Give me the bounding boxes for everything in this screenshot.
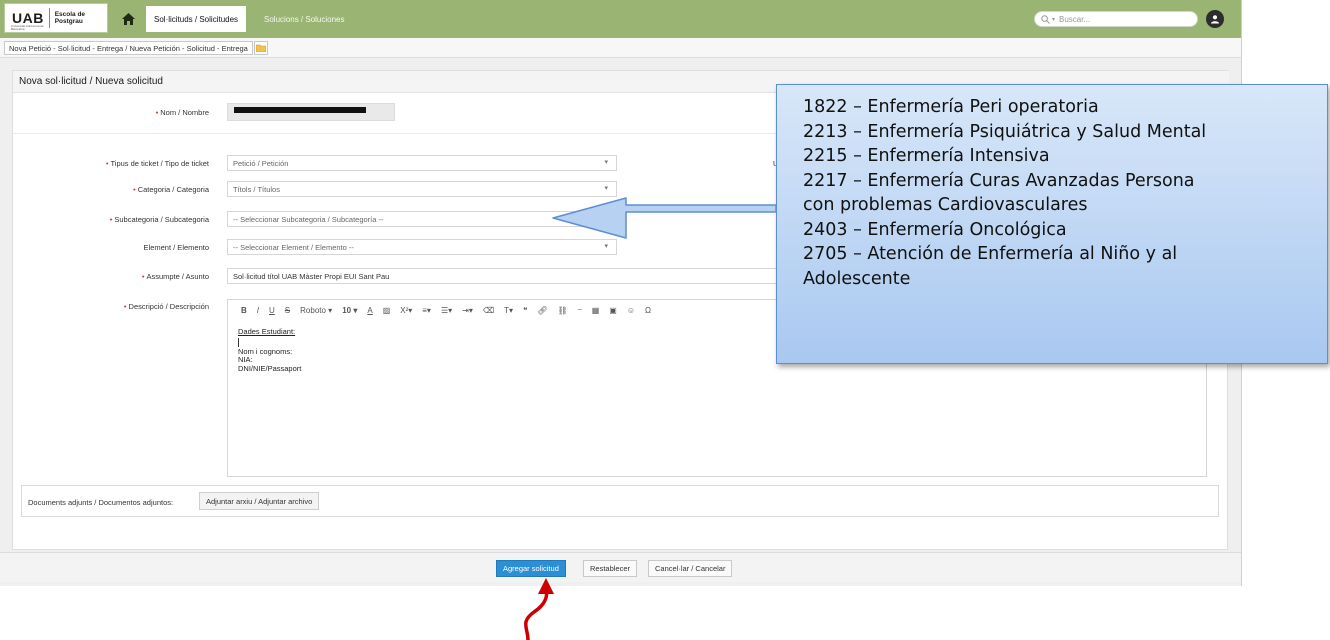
element-label: Element / Elemento [13,243,209,252]
editor-content[interactable]: Dades Estudiant: Nom i cognoms: NIA: DNI… [238,327,302,373]
clear-format-icon[interactable]: ⌫ [478,306,499,315]
chevron-down-icon: ▾ [604,215,608,222]
category-label: • Categoria / Categoria [133,185,209,194]
italic-icon[interactable]: I [252,306,264,315]
search-icon [1041,14,1050,24]
chevron-down-icon: ▾ [604,185,608,192]
callout-line: 1822 – Enfermería Peri operatoria [803,97,1099,117]
indent-icon[interactable]: ⇥▾ [457,306,478,315]
top-navigation-bar: UAB Universitat Autònoma de Barcelona Es… [0,0,1241,38]
submit-request-button[interactable]: Agregar solicitud [496,560,566,577]
callout-line: 2705 – Atención de Enfermería al Niño y … [803,244,1178,264]
chevron-down-icon: ▾ [604,159,608,166]
subcategory-select[interactable]: -- Seleccionar Subcategoria / Subcategor… [227,211,617,227]
element-label-text: Element / Elemento [143,243,209,252]
ticket-type-label-text: Tipus de ticket / Tipo de ticket [110,159,209,168]
font-family-select[interactable]: Roboto ▾ [295,306,337,315]
table-icon[interactable]: ▦ [587,306,605,315]
uab-logo[interactable]: UAB Universitat Autònoma de Barcelona Es… [4,3,108,33]
callout-text: 1822 – Enfermería Peri operatoria 2213 –… [803,95,1323,291]
description-label: • Descripció / Descripción [123,302,209,311]
superscript-icon[interactable]: X²▾ [395,306,417,315]
attachments-label: Documents adjunts / Documentos adjuntos: [28,498,174,507]
callout-line: 2215 – Enfermería Intensiva [803,146,1050,166]
redacted-value [234,107,366,113]
hr-icon[interactable]: ⎯ [573,305,587,315]
red-annotation-arrow [524,586,549,640]
description-label-text: Descripció / Descripción [128,302,209,311]
text-color-icon[interactable]: A [362,306,377,315]
chevron-down-icon: ▾ [604,243,608,250]
subject-label-text: Assumpte / Asunto [146,272,209,281]
font-family-value: Roboto [300,305,326,315]
subject-label: • Assumpte / Asunto [141,272,209,281]
unlink-icon[interactable]: ⛓︎ [553,306,573,315]
list-icon[interactable]: ☰▾ [436,306,457,315]
subcategory-label: • Subcategoria / Subcategoria [109,215,209,224]
reset-button[interactable]: Restablecer [583,560,638,577]
underline-icon[interactable]: U [264,306,280,315]
search-input[interactable]: ▾ Buscar... [1034,11,1198,27]
strikethrough-icon[interactable]: S [280,306,295,315]
align-icon[interactable]: ≡▾ [417,306,436,315]
text-format-icon[interactable]: T▾ [499,306,518,315]
subject-value: Sol·licitud títol UAB Màster Propi EUI S… [233,271,390,281]
tab-soluciones[interactable]: Solucions / Soluciones [256,6,353,32]
font-size-value: 10 [342,305,352,315]
text-cursor [238,337,239,347]
callout-line: Adolescente [803,268,911,289]
image-icon[interactable]: ▣ [604,306,622,315]
ticket-type-value: Petició / Petición [233,158,289,168]
name-field[interactable] [227,103,395,121]
editor-line: DNI/NIE/Passaport [238,363,302,373]
link-icon[interactable]: 🔗︎ [532,306,552,315]
emoji-icon[interactable]: ☺ [622,306,640,315]
breadcrumb[interactable]: Nova Petició - Sol·licitud - Entrega / N… [4,41,253,55]
chevron-down-icon: ▾ [1052,16,1056,23]
name-label-text: Nom / Nombre [160,108,209,117]
school-name: Escola de Postgrau [54,11,86,25]
search-placeholder: Buscar... [1059,14,1091,24]
highlight-icon[interactable]: ▨ [378,306,396,315]
font-size-select[interactable]: 10 ▾ [337,306,362,315]
name-label: • Nom / Nombre [155,108,209,117]
subcategory-label-text: Subcategoria / Subcategoria [114,215,209,224]
callout-line: 2213 – Enfermería Psiquiátrica y Salud M… [803,121,1207,142]
ticket-type-select[interactable]: Petició / Petición ▾ [227,155,617,171]
ticket-type-label: • Tipus de ticket / Tipo de ticket [105,159,209,168]
callout-line: con problemas Cardiovasculares [803,195,1088,215]
callout-line: 2217 – Enfermería Curas Avanzadas Person… [803,170,1195,191]
logo-subtitle: Universitat Autònoma de Barcelona [11,24,44,31]
category-select[interactable]: Títols / Títulos ▾ [227,181,617,197]
editor-line: Dades Estudiant: [238,327,296,336]
breadcrumb-bar: Nova Petició - Sol·licitud - Entrega / N… [0,38,1241,58]
subcategory-value: -- Seleccionar Subcategoria / Subcategor… [233,214,384,224]
element-value: -- Seleccionar Element / Elemento -- [233,242,354,252]
subject-input[interactable]: Sol·licitud títol UAB Màster Propi EUI S… [227,268,847,284]
callout-line: 2403 – Enfermería Oncológica [803,219,1067,240]
attach-file-button[interactable]: Adjuntar arxiu / Adjuntar archivo [199,492,320,510]
action-bar: Agregar solicitud Restablecer Cancel·lar… [0,552,1241,582]
category-label-text: Categoria / Categoria [137,185,209,194]
element-select[interactable]: -- Seleccionar Element / Elemento -- ▾ [227,239,617,255]
special-char-icon[interactable]: Ω [640,306,656,315]
specialty-codes-callout: 1822 – Enfermería Peri operatoria 2213 –… [776,84,1328,364]
attachments-section: Documents adjunts / Documentos adjuntos:… [21,485,1219,517]
cancel-button[interactable]: Cancel·lar / Cancelar [648,560,733,577]
tab-solicitudes[interactable]: Sol·licituds / Solicitudes [146,6,247,32]
folder-icon[interactable] [254,41,268,55]
category-value: Títols / Títulos [233,184,280,194]
bold-icon[interactable]: B [236,306,252,315]
home-icon[interactable] [114,6,142,32]
quote-icon[interactable]: ❝ [518,306,532,315]
user-icon[interactable] [1206,10,1224,28]
